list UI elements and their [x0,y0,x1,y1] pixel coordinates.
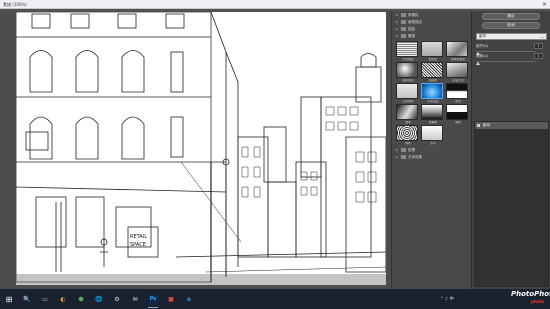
preview-area: RETAIL SPACE － ＋ 100% [0,11,391,300]
close-icon[interactable]: × [542,0,547,9]
cancel-button[interactable]: 取消 [482,22,540,29]
sketch-thumbnails: 半调图案 便条纸 粉笔和炭笔 铬黄渐变 绘图笔 基底凸现 石膏效果 水彩画纸 撕… [392,40,471,147]
settings-icon[interactable]: ⚙ [112,294,122,304]
eye-icon[interactable] [477,124,480,127]
slider-track[interactable] [476,61,536,62]
effect-layer-label: 影印 [483,123,490,127]
settings-panel: 确定 取消 影印 ⌄ 细节(D) 1 暗度(A) 1 影印 ▣ 🗑 [471,11,550,295]
thumb-note-paper[interactable]: 便条纸 [421,41,443,61]
category-sketch[interactable]: ▾ 素描 [392,33,471,40]
preview-image[interactable]: RETAIL SPACE [16,12,386,285]
effect-layers-list: 影印 [474,121,549,287]
thumb-chalk-charcoal[interactable]: 粉笔和炭笔 [446,41,468,61]
category-distort[interactable]: ▸ 扭曲 [392,26,471,33]
thumb-label: 便条纸 [428,58,438,61]
thumb-label: 基底凸现 [452,79,464,82]
category-artistic[interactable]: ▸ 艺术效果 [392,154,471,161]
window-titlebar: 素描 (100%) × [0,0,550,9]
folder-icon [401,27,406,31]
param-value-input[interactable]: 1 [534,43,543,49]
slider-track[interactable] [476,51,536,52]
category-label: 素描 [408,34,415,38]
watermark-logo: PhotoPhoto photo [505,287,550,309]
thumb-label: 半调图案 [402,58,414,61]
thumb-label: 网状 [405,142,411,145]
photoshop-icon[interactable]: Ps [148,294,158,304]
thumb-label: 影印 [430,142,436,145]
folder-icon [401,13,406,17]
category-brush-strokes[interactable]: ▸ 画笔描边 [392,19,471,26]
category-label: 风格化 [408,13,419,17]
filter-select-value: 影印 [479,34,486,38]
app-icon[interactable]: ⬢ [76,294,86,304]
filter-gallery-panel: ▸ 风格化 ▸ 画笔描边 ▸ 扭曲 ▾ 素描 半调图案 便条纸 粉笔和炭笔 铬黄渐变 绘… [391,11,471,289]
window-title: 素描 (100%) [3,2,27,7]
thumb-stamp[interactable]: 图章 [446,104,468,124]
chevron-down-icon: ⌄ [540,34,544,39]
watermark-brand: PhotoPhoto [511,290,550,298]
category-stylize[interactable]: ▸ 风格化 [392,12,471,19]
thumb-photocopy[interactable]: 影印 [421,125,443,145]
thumb-charcoal[interactable]: 炭笔 [396,104,418,124]
svg-text:RETAIL: RETAIL [130,234,147,240]
filter-select[interactable]: 影印 ⌄ [476,33,547,40]
category-label: 艺术效果 [408,155,422,159]
param-label: 细节(D) [476,44,489,48]
folder-icon [401,155,406,159]
folder-icon [401,148,406,152]
folder-icon [401,34,406,38]
category-label: 画笔描边 [408,20,422,24]
ok-button[interactable]: 确定 [482,13,540,20]
browser-icon[interactable]: 🌐 [94,294,104,304]
category-label: 纹理 [408,148,415,152]
thumb-halftone[interactable]: 半调图案 [396,41,418,61]
param-detail: 细节(D) 1 [476,43,547,55]
category-texture[interactable]: ▸ 纹理 [392,147,471,154]
system-tray[interactable]: ⌃ ♪ 中 [440,296,454,302]
thumb-label: 撕边 [455,100,461,103]
category-label: 扭曲 [408,27,415,31]
edge-icon[interactable]: e [184,294,194,304]
thumb-water-paper[interactable]: 水彩画纸 [421,83,443,103]
start-icon[interactable]: ⊞ [4,294,14,304]
param-value-input[interactable]: 1 [534,53,543,59]
thumb-bas-relief[interactable]: 基底凸现 [446,62,468,82]
param-darkness: 暗度(A) 1 [476,53,547,65]
mail-icon[interactable]: ✉ [130,294,140,304]
thumb-label: 图章 [455,121,461,124]
thumb-conte-crayon[interactable]: 炭精笔 [421,104,443,124]
thumb-chrome[interactable]: 铬黄渐变 [396,62,418,82]
slider-handle[interactable] [476,62,481,65]
thumb-label: 水彩画纸 [427,100,439,103]
thumb-graphic-pen[interactable]: 绘图笔 [421,62,443,82]
thumb-label: 石膏效果 [402,100,414,103]
street-sketch-image: RETAIL SPACE [16,12,386,285]
thumb-plaster[interactable]: 石膏效果 [396,83,418,103]
effect-layer-item[interactable]: 影印 [475,122,548,129]
taskbar: ⊞ 🔍 ▭ ◐ ⬢ 🌐 ⚙ ✉ Ps ■ e ⌃ ♪ 中 [0,289,550,309]
param-label: 暗度(A) [476,54,489,58]
task-view-icon[interactable]: ▭ [40,294,50,304]
thumb-label: 炭精笔 [428,121,438,124]
folder-icon [401,20,406,24]
thumb-reticulation[interactable]: 网状 [396,125,418,145]
thumb-label: 炭笔 [405,121,411,124]
app-icon[interactable]: ■ [166,294,176,304]
search-icon[interactable]: 🔍 [22,294,32,304]
active-indicator [148,307,158,308]
watermark-sub: photo [531,299,545,304]
svg-text:SPACE: SPACE [130,242,146,248]
thumb-label: 铬黄渐变 [402,79,414,82]
app-icon[interactable]: ◐ [58,294,68,304]
thumb-label: 粉笔和炭笔 [451,58,465,61]
thumb-torn-edges[interactable]: 撕边 [446,83,468,103]
thumb-label: 绘图笔 [428,79,438,82]
